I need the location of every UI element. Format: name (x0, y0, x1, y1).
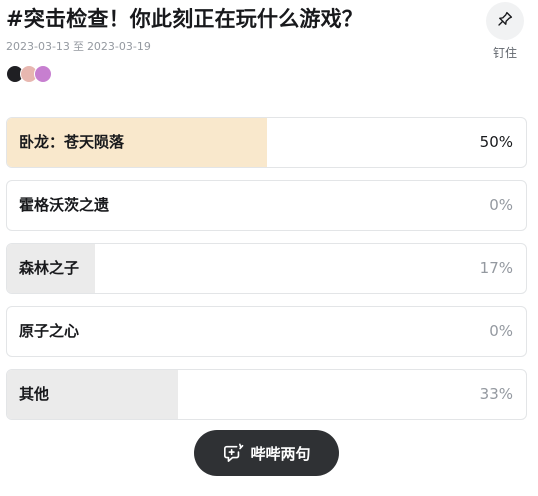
poll-option[interactable]: 卧龙：苍天陨落 50% (6, 117, 527, 168)
poll-option-percent: 0% (489, 196, 513, 214)
date-end: 2023-03-19 (86, 40, 151, 53)
comment-button-label: 哔哔两句 (250, 444, 311, 463)
poll-option-label: 霍格沃茨之遗 (19, 196, 110, 214)
poll-option[interactable]: 其他 33% (6, 369, 527, 420)
date-range: 2023-03-13 至 2023-03-19 (6, 40, 151, 54)
poll-option-percent: 33% (479, 385, 513, 403)
poll-option-label: 其他 (19, 385, 50, 403)
poll-option-label: 卧龙：苍天陨落 (19, 133, 125, 151)
participant-avatars[interactable] (6, 65, 66, 83)
date-start: 2023-03-13 (6, 40, 70, 53)
poll-options: 卧龙：苍天陨落 50% 霍格沃茨之遗 0% 森林之子 17% 原子之心 0% 其… (6, 117, 527, 432)
avatar (34, 65, 52, 83)
poll-option-label: 森林之子 (19, 259, 80, 277)
poll-option[interactable]: 原子之心 0% (6, 306, 527, 357)
poll-option[interactable]: 霍格沃茨之遗 0% (6, 180, 527, 231)
poll-option[interactable]: 森林之子 17% (6, 243, 527, 294)
comment-button[interactable]: 哔哔两句 (194, 430, 339, 476)
topic-title: #突击检查！你此刻正在玩什么游戏？ (6, 7, 363, 31)
date-separator: 至 (72, 40, 84, 53)
poll-option-percent: 17% (479, 259, 513, 277)
poll-option-percent: 0% (489, 322, 513, 340)
pin-icon (496, 10, 514, 32)
chat-bubble-add-icon (222, 443, 244, 463)
poll-option-percent: 50% (479, 133, 513, 151)
pin-button[interactable] (486, 2, 524, 40)
poll-option-label: 原子之心 (19, 322, 80, 340)
pin-label: 钉住 (492, 46, 517, 60)
